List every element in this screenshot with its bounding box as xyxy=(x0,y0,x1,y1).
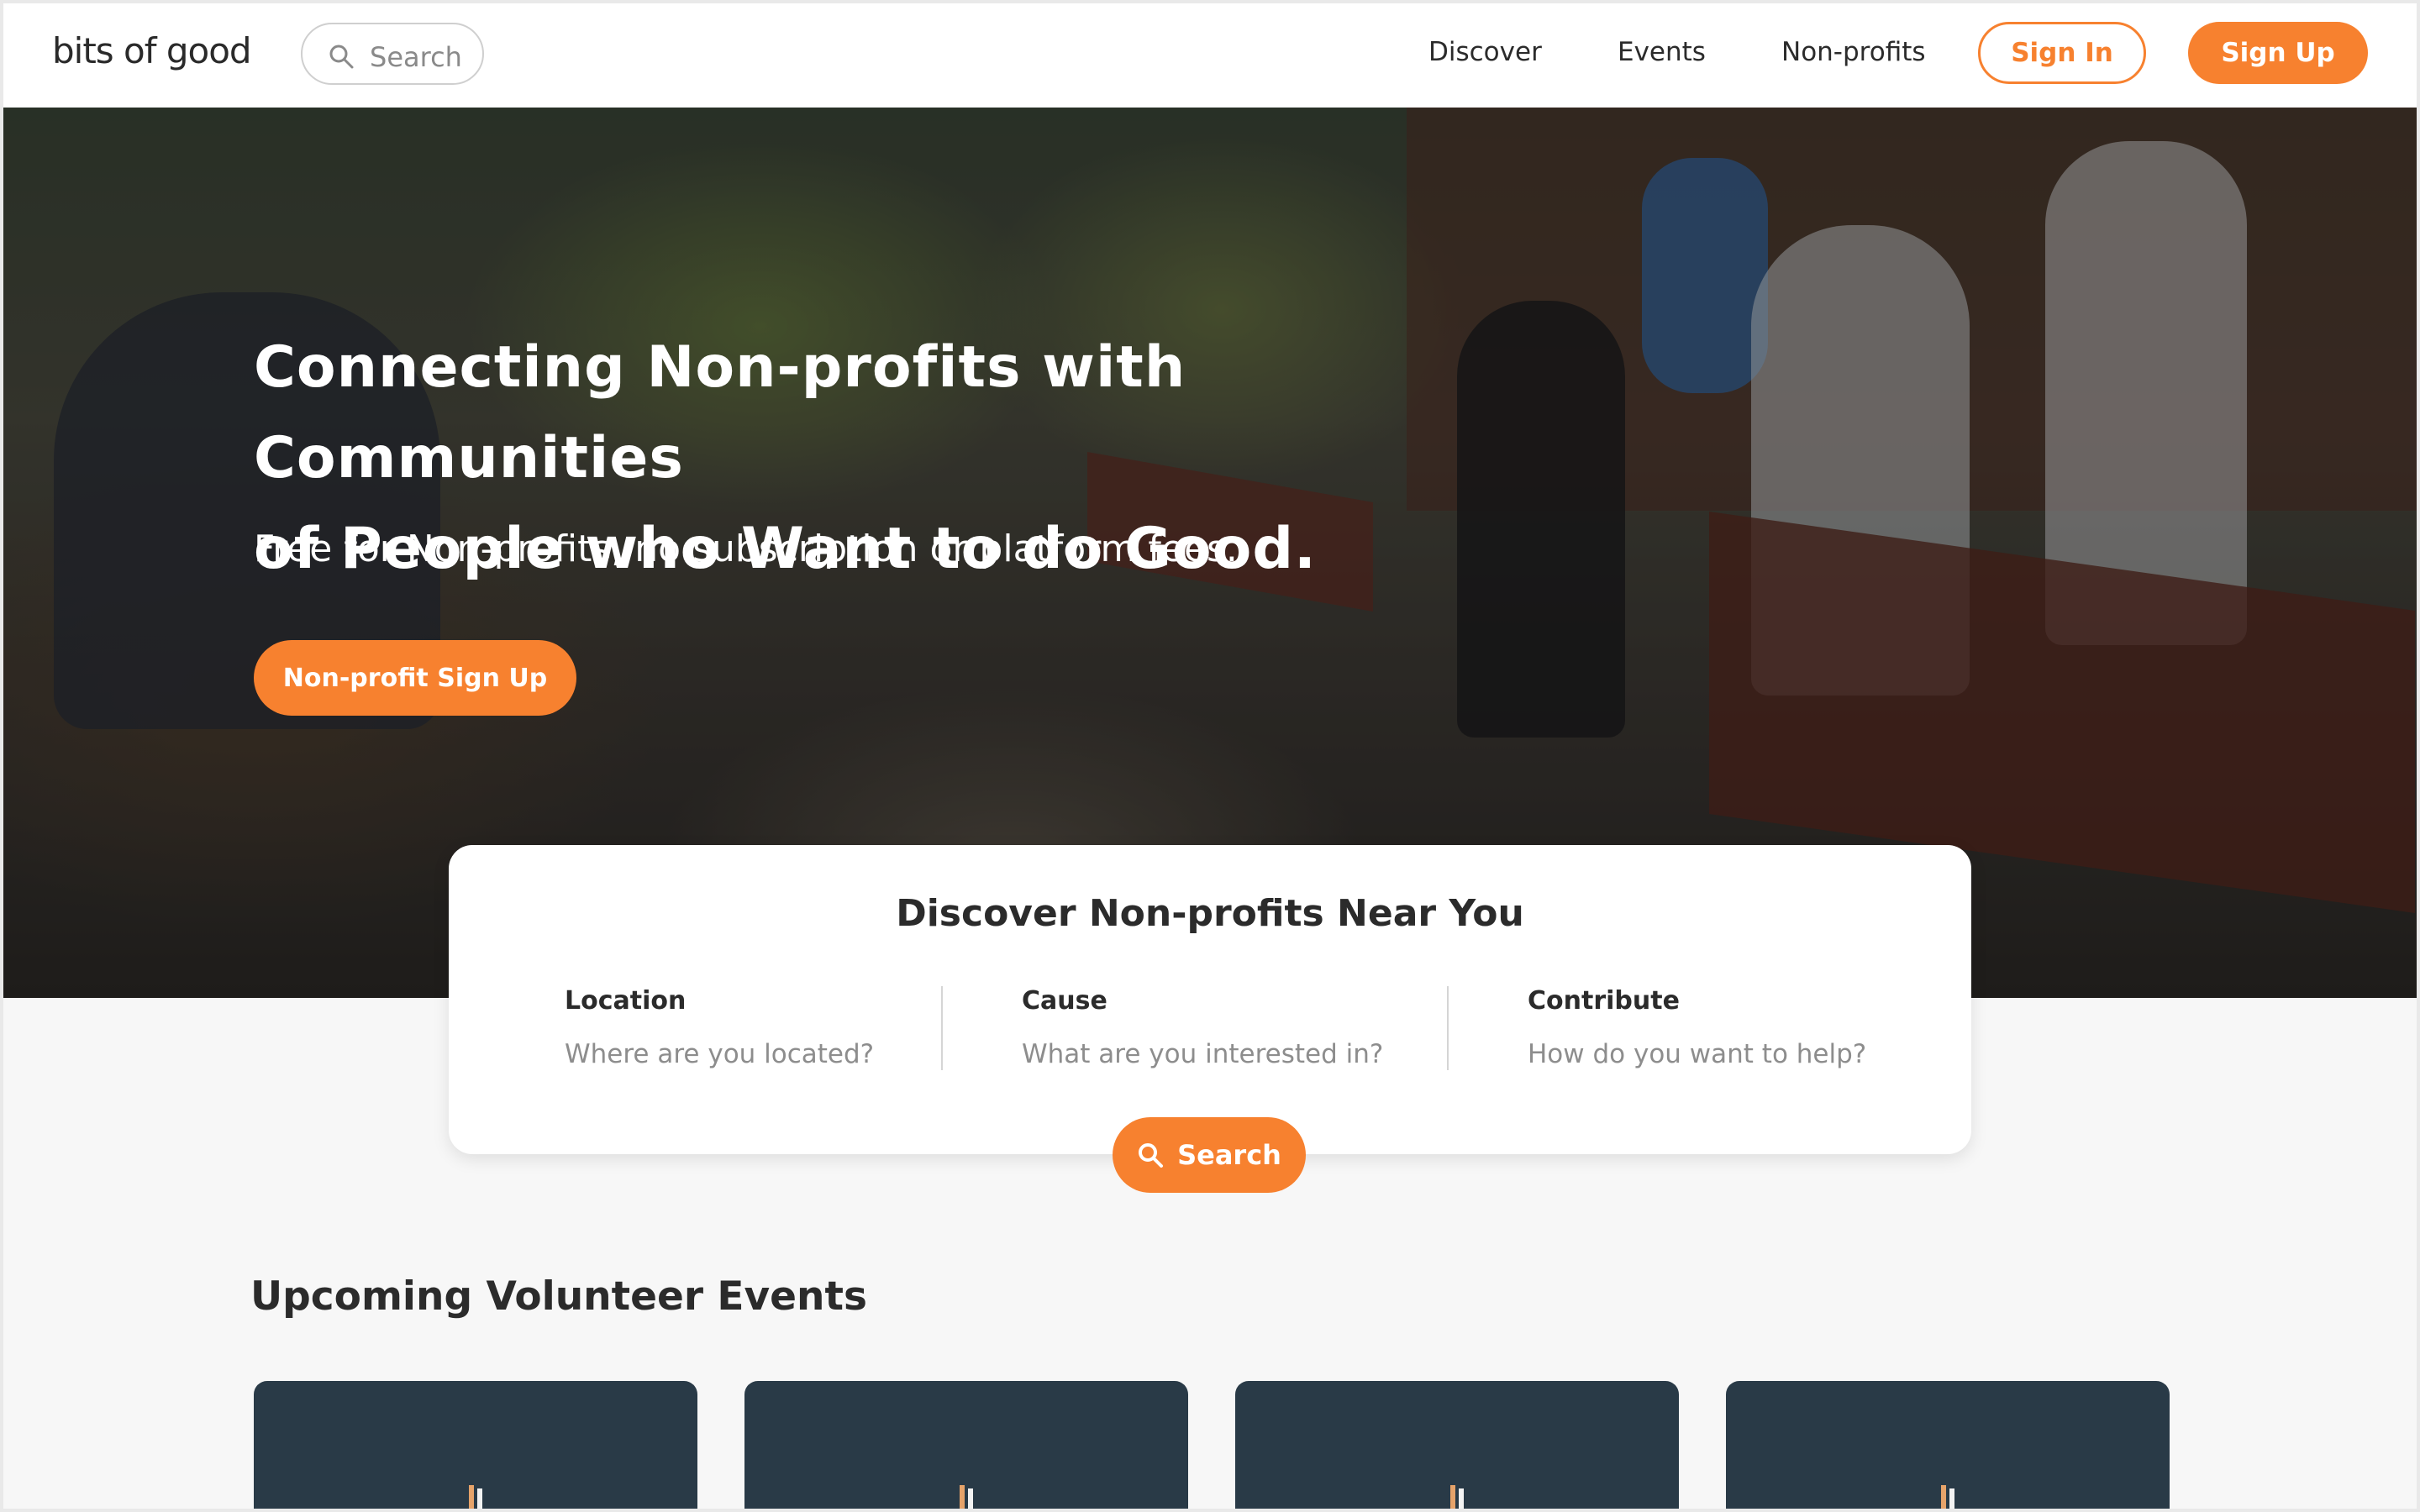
top-nav-bar: bits of good Search Discover Events Non-… xyxy=(0,0,2420,108)
event-card[interactable] xyxy=(744,1381,1188,1512)
logo[interactable]: bits of good xyxy=(52,30,252,71)
event-card[interactable] xyxy=(254,1381,697,1512)
discover-title: Discover Non-profits Near You xyxy=(896,892,1524,935)
search-icon xyxy=(1139,1143,1164,1168)
search-icon xyxy=(329,45,354,69)
sign-in-button[interactable]: Sign In xyxy=(1978,22,2146,84)
nonprofit-sign-up-button[interactable]: Non-profit Sign Up xyxy=(254,640,576,716)
candle-icon xyxy=(469,1485,482,1512)
header-search-input[interactable]: Search xyxy=(301,23,484,85)
contribute-label: Contribute xyxy=(1528,986,1680,1016)
candle-icon xyxy=(1450,1485,1464,1512)
events-section-title: Upcoming Volunteer Events xyxy=(250,1273,867,1320)
location-label: Location xyxy=(565,986,687,1016)
discover-search-button[interactable]: Search xyxy=(1113,1117,1306,1193)
candle-icon xyxy=(960,1485,973,1512)
cause-input[interactable]: What are you interested in? xyxy=(1022,1039,1383,1069)
candle-icon xyxy=(1941,1485,1954,1512)
discover-search-card: Discover Non-profits Near You Location W… xyxy=(449,845,1971,1154)
field-divider xyxy=(941,986,943,1070)
location-input[interactable]: Where are you located? xyxy=(565,1039,874,1069)
hero-title-line: Connecting Non-profits with Communities xyxy=(254,334,1186,491)
location-field[interactable]: Location Where are you located? xyxy=(565,986,874,1069)
contribute-field[interactable]: Contribute How do you want to help? xyxy=(1528,986,1866,1069)
nav-discover[interactable]: Discover xyxy=(1428,37,1542,67)
cause-field[interactable]: Cause What are you interested in? xyxy=(1022,986,1383,1069)
nav-events[interactable]: Events xyxy=(1618,37,1706,67)
sign-up-button[interactable]: Sign Up xyxy=(2188,22,2368,84)
event-card[interactable] xyxy=(1235,1381,1679,1512)
field-divider xyxy=(1447,986,1449,1070)
hero-subtitle: Free for Non-profits, no subscription or… xyxy=(254,528,1238,570)
search-button-label: Search xyxy=(1177,1139,1281,1171)
nav-non-profits[interactable]: Non-profits xyxy=(1781,37,1926,67)
search-placeholder: Search xyxy=(370,41,462,73)
event-card[interactable] xyxy=(1726,1381,2170,1512)
cause-label: Cause xyxy=(1022,986,1107,1016)
contribute-input[interactable]: How do you want to help? xyxy=(1528,1039,1866,1069)
